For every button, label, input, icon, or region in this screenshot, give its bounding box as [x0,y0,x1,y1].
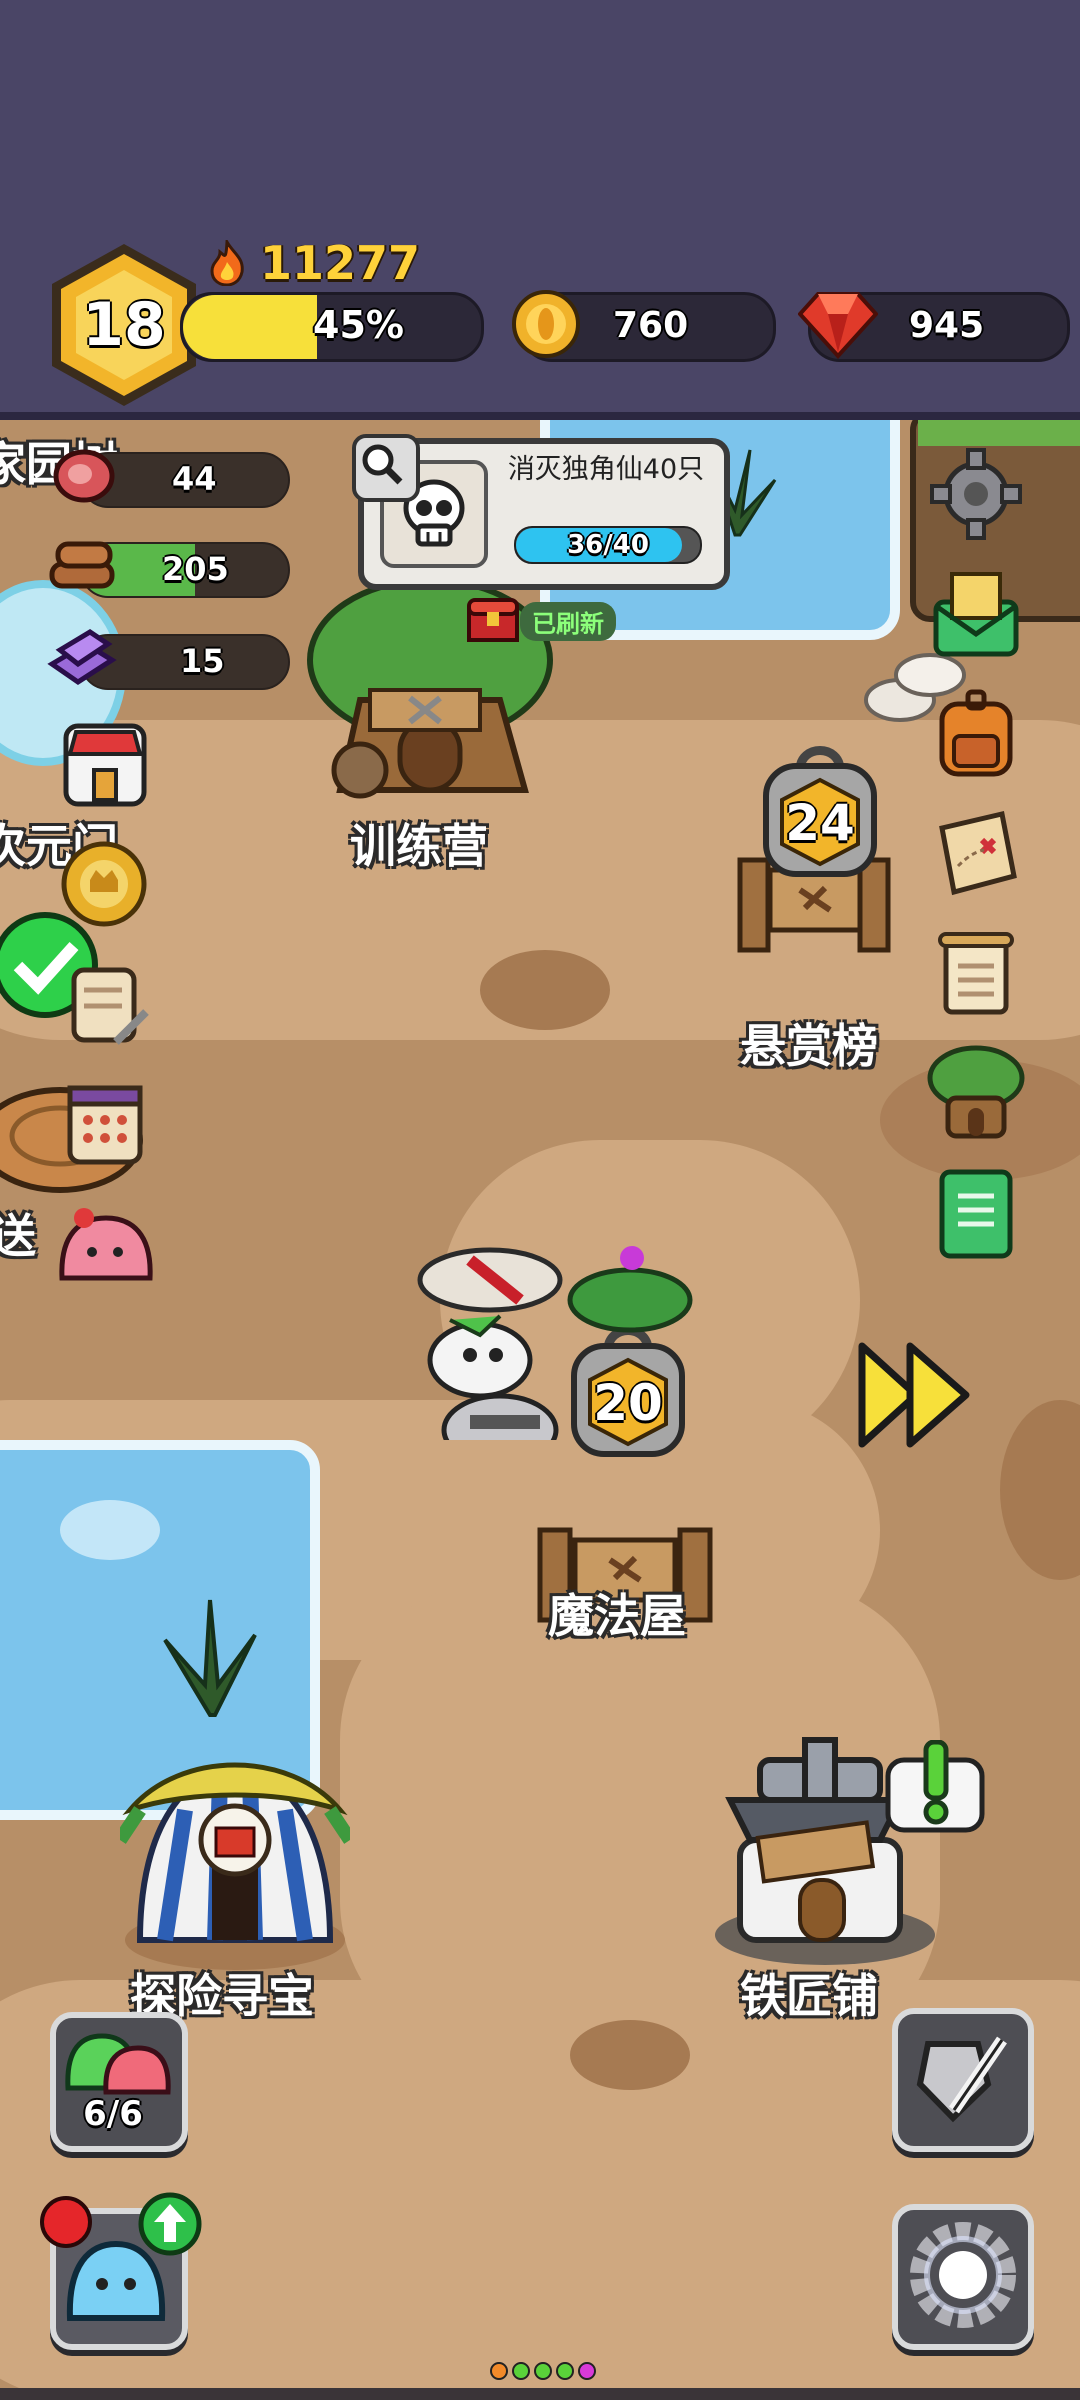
gold-coin-icon [510,288,582,360]
training-camp-label: 训练营 [350,819,488,873]
top-status-bar-border [0,412,1080,420]
treasure-map-icon[interactable] [928,806,1024,902]
mail-icon[interactable] [928,566,1024,662]
crown-medal-icon[interactable] [56,836,152,932]
page-dot [578,2362,596,2380]
blacksmith-label: 铁匠铺 [740,1969,878,2023]
bottom-nav-edge [0,2388,1080,2400]
wood-log-icon [46,534,118,600]
scroll-quill-icon[interactable] [60,960,150,1050]
page-dot [534,2362,552,2380]
meat-value: 44 [172,460,217,498]
fast-forward-icon[interactable] [856,1340,976,1450]
delivery-label: 送 [0,1209,36,1263]
gold-value: 760 [613,305,689,346]
treasure-hunt-building[interactable] [114,1740,356,1970]
search-icon[interactable] [352,434,420,502]
treasure-chest-icon [466,596,520,644]
backpack-icon[interactable] [928,686,1024,782]
calendar-scroll-icon[interactable] [60,1080,150,1170]
quest-progress-bar: 36/40 [514,526,702,564]
bounty-board-label: 悬赏榜 [740,1019,878,1073]
gem-value: 945 [909,305,985,346]
plant-icon [150,1590,270,1720]
power-value: 11277 [260,236,421,290]
tree-house-icon[interactable] [924,1042,1028,1142]
team-count: 6/6 [83,2094,143,2134]
quest-progress-text: 36/40 [567,530,649,560]
sword-shield-icon [916,2036,1007,2123]
xp-bar-fill [183,295,318,359]
page-indicator [490,2362,596,2380]
scroll-list-icon[interactable] [928,926,1024,1022]
flame-icon [204,236,250,287]
bounty-level-badge: 24 [760,740,880,880]
portal-button[interactable] [892,2204,1034,2350]
alert-icon[interactable] [880,1739,990,1850]
red-dot-badge [40,2196,92,2248]
stone-portal-icon [910,2222,1016,2328]
crystal-value: 15 [180,642,225,680]
quest-title: 消灭独角仙40只 [507,454,705,485]
pink-slime-icon[interactable] [54,1204,158,1288]
team-slimes-button[interactable]: 6/6 [50,2012,188,2152]
magic-house-label: 魔法屋 [548,1589,686,1643]
xp-percent: 45% [313,303,404,347]
crystal-icon [46,624,118,690]
equipment-button[interactable] [892,2008,1034,2152]
meat-icon [48,444,118,510]
shop-icon[interactable] [60,720,150,810]
gear-icon[interactable] [928,446,1024,542]
page-dot [490,2362,508,2380]
xp-bar: 45% [180,292,484,362]
ruby-icon [797,290,879,360]
page-dot [556,2362,574,2380]
quest-refreshed-tag: 已刷新 [520,602,616,641]
slime-team-icon [65,2033,171,2095]
hero-party[interactable] [410,1240,730,1467]
green-book-icon[interactable] [932,1166,1020,1262]
bounty-level-number: 24 [785,794,855,852]
wood-value: 205 [162,550,229,588]
upgrade-arrow-icon [138,2192,202,2256]
page-dot [512,2362,530,2380]
